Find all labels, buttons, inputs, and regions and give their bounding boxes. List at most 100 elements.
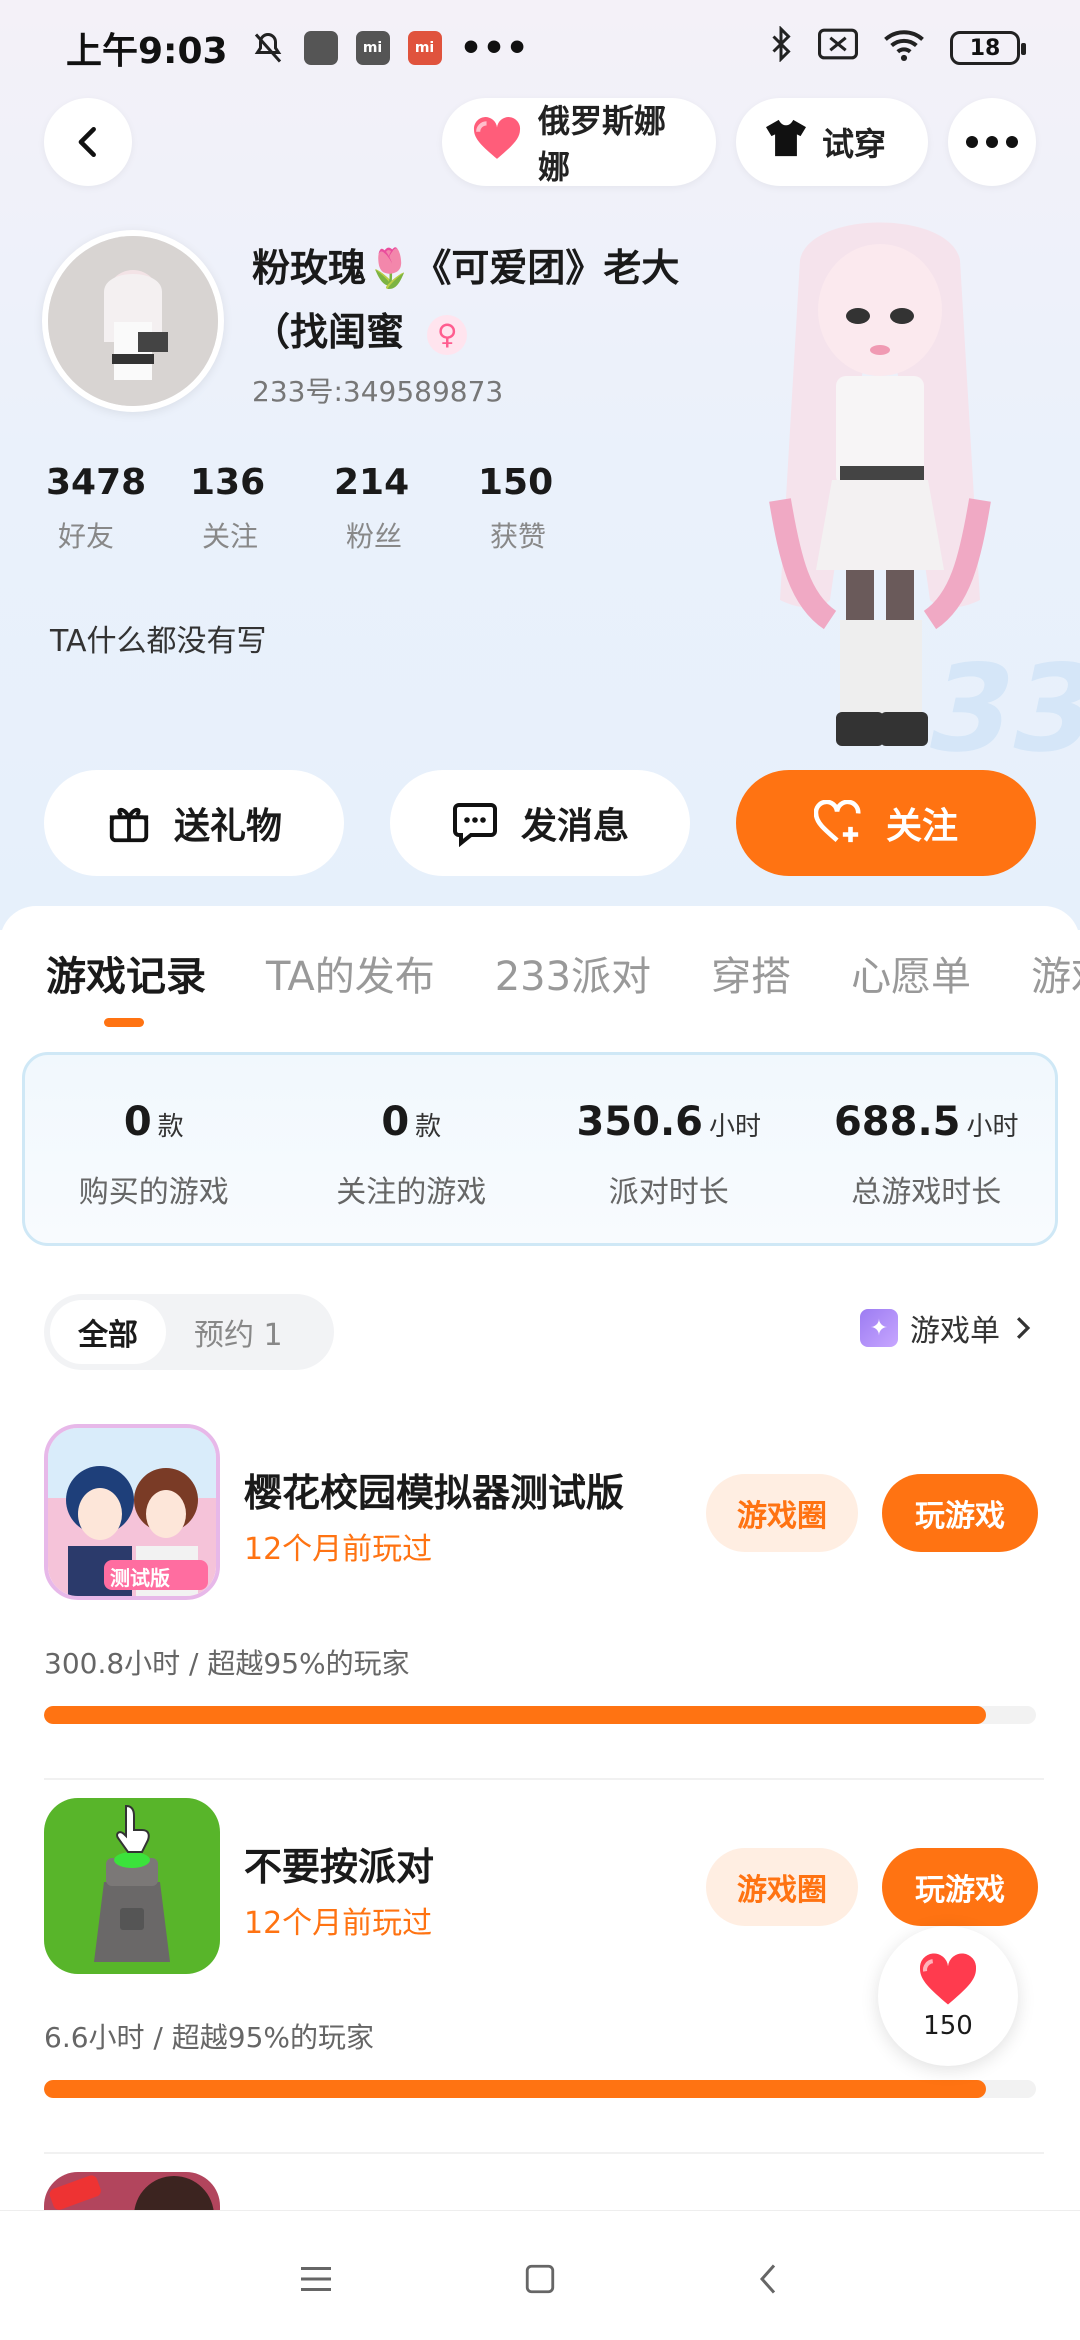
playtime-progress-fill bbox=[44, 2080, 987, 2098]
summary-unit: 小时 bbox=[709, 1112, 762, 1142]
friend-name: 俄罗斯娜娜 bbox=[538, 102, 667, 186]
summary-followed: 0款 关注的游戏 bbox=[283, 1055, 541, 1243]
follow-button[interactable]: 关注 bbox=[736, 770, 1036, 876]
playtime-progress-bar bbox=[44, 2080, 1036, 2098]
menu-icon[interactable] bbox=[288, 2251, 344, 2307]
playlist-label: 游戏单 bbox=[910, 1314, 1000, 1349]
more-button[interactable] bbox=[948, 98, 1036, 186]
stat-label: 获赞 bbox=[490, 520, 547, 553]
user-id: 233号:349589873 bbox=[252, 375, 504, 408]
status-bar: 上午9:03 mi mi ••• 18 bbox=[0, 0, 1080, 96]
summary-total-time: 688.5 小时 总游戏时长 bbox=[798, 1055, 1056, 1243]
female-icon: ♀ bbox=[427, 314, 468, 355]
play-game-button[interactable]: 玩游戏 bbox=[882, 1474, 1038, 1552]
game-last-played: 12个月前玩过 bbox=[244, 1906, 433, 1941]
game-item[interactable]: 测试版 樱花校园模拟器测试版 12个月前玩过 游戏圈 玩游戏 300.8小时 /… bbox=[44, 1424, 1044, 1784]
playtime-progress-bar bbox=[44, 1706, 1036, 1724]
mi-store-icon: mi bbox=[355, 31, 390, 65]
friend-relation-button[interactable]: 俄罗斯娜娜 bbox=[442, 98, 716, 186]
avatar-3d-figure[interactable] bbox=[740, 200, 1020, 770]
summary-party-time: 350.6 小时 派对时长 bbox=[540, 1055, 798, 1243]
sim-icon bbox=[818, 28, 858, 69]
summary-unit: 款 bbox=[157, 1112, 184, 1142]
summary-value: 0 bbox=[123, 1099, 152, 1145]
heart-icon bbox=[919, 1953, 977, 2005]
send-gift-button[interactable]: 送礼物 bbox=[44, 770, 344, 876]
stat-value: 3478 bbox=[46, 462, 147, 503]
play-game-button[interactable]: 玩游戏 bbox=[882, 1848, 1038, 1926]
stat-following[interactable]: 136 关注 bbox=[190, 462, 334, 555]
bio: TA什么都没有写 bbox=[50, 624, 267, 659]
summary-label: 购买的游戏 bbox=[78, 1175, 229, 1210]
stat-fans[interactable]: 214 粉丝 bbox=[334, 462, 478, 555]
stat-value: 214 bbox=[334, 462, 410, 503]
avatar[interactable] bbox=[42, 230, 224, 412]
game-circle-button[interactable]: 游戏圈 bbox=[706, 1848, 858, 1926]
tab-wishlist[interactable]: 心愿单 bbox=[851, 944, 971, 1002]
heart-icon bbox=[470, 115, 524, 169]
game-item-partial[interactable] bbox=[44, 2172, 1044, 2210]
status-time: 上午9:03 bbox=[66, 31, 228, 72]
stats-row: 3478 好友 136 关注 214 粉丝 150 获赞 bbox=[46, 462, 622, 555]
mute-icon bbox=[250, 30, 286, 66]
wifi-icon bbox=[882, 27, 926, 70]
filter-reserved[interactable]: 预约 1 bbox=[166, 1300, 311, 1364]
tab-bar: 游戏记录 TA的发布 233派对 穿搭 心愿单 游戏 bbox=[46, 944, 1080, 1002]
game-icon: 测试版 bbox=[44, 1424, 220, 1600]
battery-indicator: 18 bbox=[950, 31, 1026, 65]
playtime-progress-fill bbox=[44, 1706, 987, 1724]
game-circle-button[interactable]: 游戏圈 bbox=[706, 1474, 858, 1552]
stat-likes[interactable]: 150 获赞 bbox=[478, 462, 622, 555]
stat-value: 150 bbox=[478, 462, 554, 503]
tab-outfits[interactable]: 穿搭 bbox=[711, 944, 791, 1002]
chat-bubble-icon bbox=[452, 803, 497, 847]
more-notifications-icon: ••• bbox=[459, 27, 529, 69]
filter-all[interactable]: 全部 bbox=[50, 1300, 166, 1364]
stat-friends[interactable]: 3478 好友 bbox=[46, 462, 190, 555]
game-last-played: 12个月前玩过 bbox=[244, 1532, 433, 1567]
summary-value: 0 bbox=[381, 1099, 410, 1145]
summary-unit: 小时 bbox=[966, 1112, 1019, 1142]
like-float-button[interactable]: 150 bbox=[878, 1926, 1018, 2066]
like-count: 150 bbox=[923, 2011, 973, 2041]
sparkle-icon: ✦ bbox=[860, 1309, 898, 1347]
tab-game-records[interactable]: 游戏记录 bbox=[46, 944, 206, 1002]
game-title: 不要按派对 bbox=[244, 1845, 435, 1889]
chevron-right-icon bbox=[1016, 1317, 1031, 1339]
try-on-label: 试穿 bbox=[822, 125, 887, 163]
game-playtime-stat: 6.6小时 / 超越95%的玩家 bbox=[44, 2021, 374, 2054]
playlist-link[interactable]: ✦ 游戏单 bbox=[860, 1306, 1034, 1350]
stat-label: 粉丝 bbox=[346, 520, 403, 553]
test-badge: 测试版 bbox=[110, 1566, 170, 1590]
send-message-button[interactable]: 发消息 bbox=[390, 770, 690, 876]
active-tab-indicator bbox=[104, 1018, 144, 1027]
profile-hero: 33 上午9:03 mi mi ••• 18 俄罗斯娜娜 试穿 粉玫瑰🌷《可爱团… bbox=[0, 0, 1080, 930]
try-on-button[interactable]: 试穿 bbox=[736, 98, 928, 186]
game-playtime-stat: 300.8小时 / 超越95%的玩家 bbox=[44, 1647, 410, 1680]
tab-posts[interactable]: TA的发布 bbox=[266, 944, 435, 1002]
stat-label: 好友 bbox=[58, 520, 115, 553]
tab-games[interactable]: 游戏 bbox=[1031, 944, 1080, 1002]
back-button[interactable] bbox=[44, 98, 132, 186]
nickname: 粉玫瑰🌷《可爱团》老大（找闺蜜 ♀ bbox=[252, 236, 722, 364]
send-gift-label: 送礼物 bbox=[173, 806, 282, 847]
summary-label: 派对时长 bbox=[608, 1175, 729, 1210]
back-nav-icon[interactable] bbox=[740, 2251, 796, 2307]
system-nav-bar bbox=[0, 2210, 1080, 2340]
stat-value: 136 bbox=[190, 462, 266, 503]
filter-segment: 全部 预约 1 bbox=[44, 1294, 334, 1370]
summary-label: 总游戏时长 bbox=[851, 1175, 1002, 1210]
home-icon[interactable] bbox=[512, 2251, 568, 2307]
summary-label: 关注的游戏 bbox=[336, 1175, 487, 1210]
game-summary-card: 0款 购买的游戏 0款 关注的游戏 350.6 小时 派对时长 688.5 小时 总… bbox=[22, 1052, 1058, 1246]
tab-party[interactable]: 233派对 bbox=[495, 944, 651, 1002]
gift-icon bbox=[109, 807, 149, 843]
game-icon bbox=[44, 1798, 220, 1974]
divider bbox=[44, 1778, 1044, 1780]
summary-unit: 款 bbox=[415, 1112, 442, 1142]
app-notification-icon bbox=[303, 31, 338, 65]
summary-purchased: 0款 购买的游戏 bbox=[25, 1055, 283, 1243]
chevron-left-icon bbox=[78, 126, 96, 158]
game-title: 樱花校园模拟器测试版 bbox=[244, 1471, 625, 1515]
follow-label: 关注 bbox=[885, 806, 958, 847]
